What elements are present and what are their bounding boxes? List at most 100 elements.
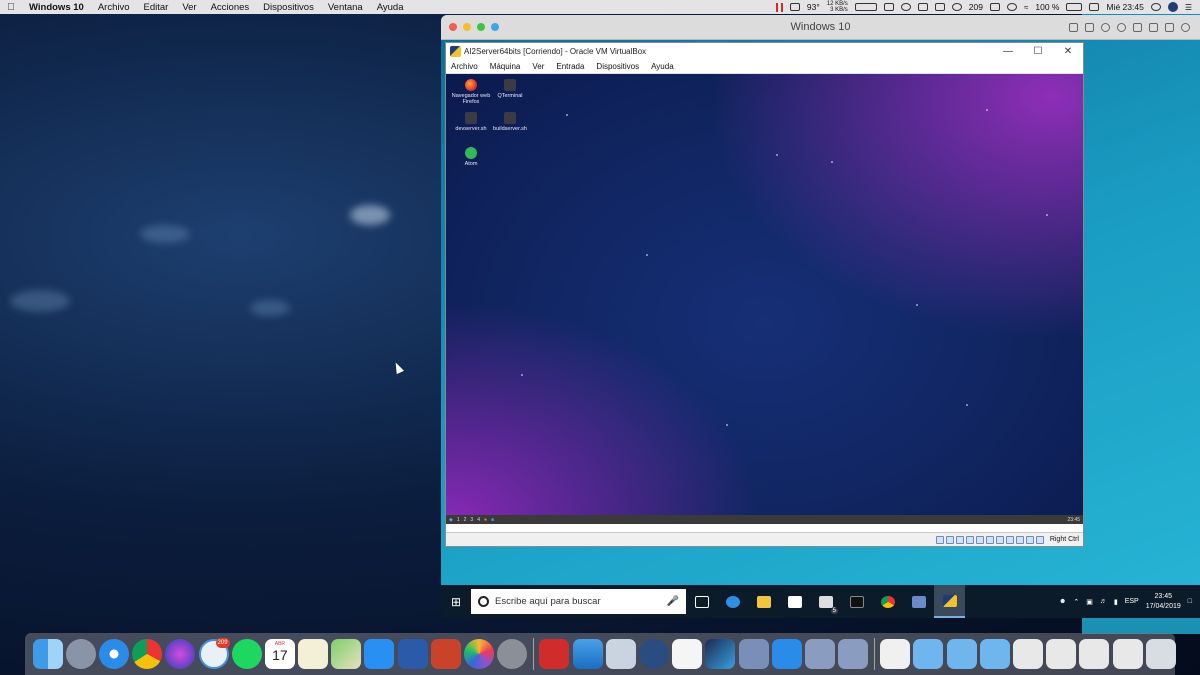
virtualbox-vm2-icon[interactable] <box>838 639 869 669</box>
guest-desktop[interactable]: Navegador web Firefox QTerminal devserve… <box>446 74 1083 524</box>
notification-center-icon[interactable]: ☰ <box>1185 3 1192 12</box>
maximize-icon[interactable]: ☐ <box>1023 46 1053 57</box>
finder-icon[interactable] <box>32 639 63 669</box>
usb-icon[interactable] <box>1149 22 1158 32</box>
panel-app-icon[interactable]: ■ <box>491 517 494 523</box>
desktop-icon-atom[interactable]: Atom <box>448 147 494 167</box>
screenshot2-icon[interactable] <box>1046 639 1077 669</box>
workspace-3[interactable]: 3 <box>470 517 473 523</box>
menubar-badge-count[interactable]: 209 <box>969 2 983 12</box>
keyboard-capture-icon[interactable] <box>1035 535 1044 544</box>
user-avatar-icon[interactable] <box>1167 2 1178 12</box>
terminal-taskbar-icon[interactable] <box>841 585 872 618</box>
camera-icon[interactable] <box>1117 22 1126 32</box>
cd-icon[interactable] <box>1101 22 1110 32</box>
calendar-icon[interactable]: ABR 17 <box>264 639 295 669</box>
siri-icon[interactable] <box>165 639 196 669</box>
tray-volume-icon[interactable]: ♬ <box>1100 598 1107 605</box>
menubar-clock[interactable]: Mié 23:45 <box>1106 2 1143 12</box>
workspace-4[interactable]: 4 <box>477 517 480 523</box>
desktop-icon-buildserver[interactable]: buildserver.sh <box>487 112 533 132</box>
vb-menu-ver[interactable]: Ver <box>526 62 550 71</box>
workspace-2[interactable]: 2 <box>464 517 467 523</box>
display-status-icon[interactable] <box>995 535 1004 544</box>
screenshot-icon[interactable] <box>1013 639 1044 669</box>
chrome-icon[interactable] <box>132 639 163 669</box>
parallels-titlebar[interactable]: Windows 10 <box>441 15 1200 40</box>
people-icon[interactable]: ☻ <box>1059 598 1066 605</box>
microphone-icon[interactable]: 🎤 <box>667 596 679 607</box>
virtualbox-vm-taskbar-icon[interactable] <box>934 585 965 618</box>
quicktime-icon[interactable] <box>638 639 669 669</box>
clipboard-icon[interactable] <box>934 3 945 11</box>
tray-network-icon[interactable]: ▣ <box>1086 598 1093 606</box>
screenshot4-icon[interactable] <box>1112 639 1143 669</box>
menubar-item-editar[interactable]: Editar <box>137 2 176 13</box>
spotlight-icon[interactable] <box>1150 3 1161 11</box>
windows-start-icon[interactable]: ⊞ <box>441 595 471 609</box>
memory-icon[interactable] <box>854 3 877 11</box>
panel-firefox-icon[interactable]: ● <box>484 517 487 523</box>
display-icon[interactable] <box>917 3 928 11</box>
hdd-status-icon[interactable] <box>935 535 944 544</box>
time-machine-icon[interactable] <box>1006 3 1017 11</box>
windows-search-box[interactable]: Escribe aquí para buscar 🎤 <box>471 589 686 614</box>
vb-menu-archivo[interactable]: Archivo <box>446 62 484 71</box>
folder-share-icon[interactable] <box>1165 22 1174 32</box>
appstore-icon[interactable] <box>364 639 395 669</box>
cpu-monitor-icon[interactable] <box>789 3 800 11</box>
mail-icon[interactable]: 5 <box>810 585 841 618</box>
windows-app-icon[interactable] <box>771 639 802 669</box>
document-icon[interactable] <box>880 639 911 669</box>
tray-clock[interactable]: 23:45 17/04/2019 <box>1146 592 1181 612</box>
menubar-item-archivo[interactable]: Archivo <box>91 2 137 13</box>
parallels-icon[interactable] <box>539 639 570 669</box>
folder-icon[interactable] <box>913 639 944 669</box>
vb-menu-dispositivos[interactable]: Dispositivos <box>590 62 645 71</box>
trash-icon[interactable] <box>1145 639 1176 669</box>
menubar-item-ver[interactable]: Ver <box>175 2 203 13</box>
flag-icon[interactable] <box>1089 3 1100 11</box>
hat-icon[interactable] <box>951 3 962 11</box>
virtualbox-titlebar[interactable]: AI2Server64bits [Corriendo] - Oracle VM … <box>446 43 1083 60</box>
stickies-icon[interactable] <box>605 639 636 669</box>
guest-panel-clock[interactable]: 23:45 <box>1067 517 1080 523</box>
battery-icon[interactable] <box>1066 3 1083 11</box>
menubar-item-ventana[interactable]: Ventana <box>321 2 370 13</box>
notes-icon[interactable] <box>298 639 329 669</box>
close-icon[interactable]: ✕ <box>1053 46 1083 57</box>
vb-menu-ayuda[interactable]: Ayuda <box>645 62 680 71</box>
shared-folders-icon[interactable] <box>985 535 994 544</box>
keyboard-icon[interactable] <box>1069 22 1078 32</box>
powerpoint-icon[interactable] <box>430 639 461 669</box>
recording-status-icon[interactable] <box>1005 535 1014 544</box>
task-view-icon[interactable] <box>686 585 717 618</box>
launchpad-icon[interactable] <box>65 639 96 669</box>
battery-percent[interactable]: 100 % <box>1035 2 1059 12</box>
menubar-item-dispositivos[interactable]: Dispositivos <box>256 2 321 13</box>
store-icon[interactable] <box>779 585 810 618</box>
guest-menu-icon[interactable]: ◆ <box>449 517 453 523</box>
tray-battery-icon[interactable]: ▮ <box>1114 598 1118 606</box>
audio-status-icon[interactable] <box>955 535 964 544</box>
folder-apps-icon[interactable] <box>946 639 977 669</box>
temperature-readout[interactable]: 93° <box>807 2 820 12</box>
apple-menu-icon[interactable]:  <box>0 2 22 13</box>
network-status-icon[interactable] <box>965 535 974 544</box>
maps-icon[interactable] <box>331 639 362 669</box>
action-center-icon[interactable]: □ <box>1188 598 1192 605</box>
spotify-icon[interactable] <box>231 639 262 669</box>
dropbox-icon[interactable] <box>989 3 1000 11</box>
timing-icon[interactable]: 209 <box>198 638 230 669</box>
minimize-icon[interactable]: — <box>993 46 1023 57</box>
chrome-taskbar-icon[interactable] <box>872 585 903 618</box>
tray-language[interactable]: ESP <box>1125 598 1139 605</box>
menubar-app-name[interactable]: Windows 10 <box>22 2 91 13</box>
text-file-icon[interactable] <box>672 639 703 669</box>
system-preferences-icon[interactable] <box>497 639 528 669</box>
parallels-pause-icon[interactable] <box>775 2 783 12</box>
wifi-icon[interactable]: ≈ <box>1024 3 1028 12</box>
folder-windows-icon[interactable] <box>979 639 1010 669</box>
workspace-1[interactable]: 1 <box>457 517 460 523</box>
screenshot3-icon[interactable] <box>1079 639 1110 669</box>
